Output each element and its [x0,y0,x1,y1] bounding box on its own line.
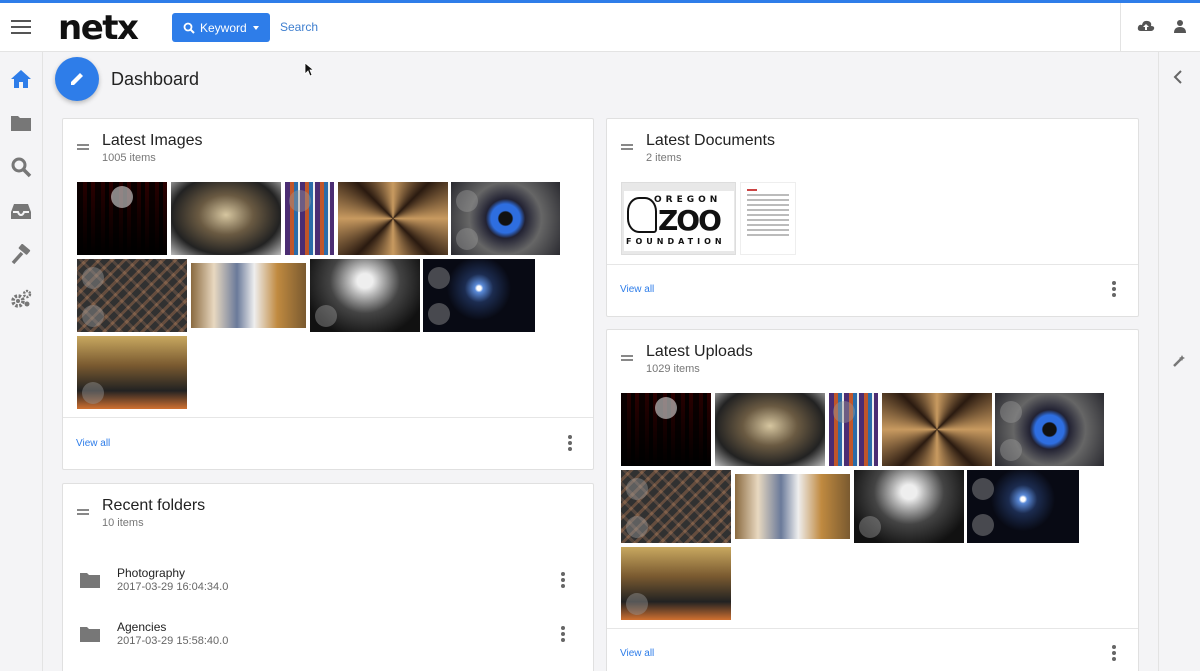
magic-wand-icon[interactable] [1172,354,1186,368]
image-thumbnail[interactable] [171,182,281,255]
inbox-icon[interactable] [10,200,32,222]
card-title: Latest Images [102,132,203,149]
card-item-count: 10 items [102,517,144,529]
card-item-count: 1029 items [646,363,700,375]
folder-name: Photography [117,566,186,580]
right-sidebar [1158,52,1200,671]
drag-handle-icon[interactable] [621,355,633,361]
elephant-logo-icon [627,197,657,233]
settings-icon[interactable] [10,288,32,310]
image-thumbnail[interactable] [423,259,535,332]
folder-row[interactable]: Agencies 2017-03-29 15:58:40.0 [63,610,593,660]
card-item-count: 2 items [646,152,682,164]
image-thumbnail[interactable] [995,393,1104,466]
image-thumbnail[interactable] [715,393,825,466]
folder-icon [80,627,100,642]
search-icon [183,22,195,34]
image-thumbnail[interactable] [882,393,992,466]
folder-date: 2017-03-29 15:58:40.0 [117,635,229,647]
chevron-left-icon[interactable] [1172,70,1184,84]
latest-uploads-card: Latest Uploads 1029 items View all [606,329,1139,671]
hamburger-menu-icon[interactable] [11,17,31,37]
image-thumbnail[interactable] [77,336,187,409]
image-thumbnail[interactable] [77,182,167,255]
more-options-icon[interactable] [565,433,575,453]
left-sidebar [0,52,43,671]
edit-dashboard-button[interactable] [55,57,99,101]
card-title: Recent folders [102,497,206,514]
logo-text: FOUNDATION [626,237,726,246]
image-thumbnail[interactable] [285,182,334,255]
search-icon[interactable] [10,156,32,178]
folder-date: 2017-03-29 16:04:34.0 [117,581,229,593]
document-thumbnail[interactable] [740,182,796,255]
drag-handle-icon[interactable] [621,144,633,150]
image-thumbnail[interactable] [854,470,964,543]
folder-name: Agencies [117,620,167,634]
more-options-icon[interactable] [558,624,568,644]
search-mode-label: Keyword [200,20,247,35]
image-thumbnail[interactable] [621,470,731,543]
drag-handle-icon[interactable] [77,509,89,515]
topbar-actions [1120,3,1200,52]
more-options-icon[interactable] [558,570,568,590]
view-all-link[interactable]: View all [620,648,654,659]
card-title: Latest Documents [646,132,775,149]
hammer-icon[interactable] [10,244,32,266]
card-item-count: 1005 items [102,152,156,164]
user-icon[interactable] [1173,19,1187,33]
image-thumbnail[interactable] [191,263,306,328]
drag-handle-icon[interactable] [77,144,89,150]
recent-folders-card: Recent folders 10 items Photography 2017… [62,483,594,671]
folder-icon [80,573,100,588]
image-thumbnail[interactable] [338,182,448,255]
folder-icon[interactable] [10,112,32,134]
latest-images-card: Latest Images 1005 items View all [62,118,594,470]
search-mode-dropdown[interactable]: Keyword [172,13,270,42]
caret-down-icon [252,25,259,30]
home-icon[interactable] [10,68,32,90]
oregon-zoo-logo: OREGON ZOO FOUNDATION [622,183,735,254]
view-all-link[interactable]: View all [76,438,110,449]
latest-documents-card: Latest Documents 2 items OREGON ZOO FOUN… [606,118,1139,317]
card-divider [607,628,1138,629]
more-options-icon[interactable] [1109,643,1119,663]
image-thumbnail[interactable] [451,182,560,255]
image-thumbnail[interactable] [621,547,731,620]
top-bar: netx Keyword [0,3,1200,52]
pencil-icon [71,73,83,85]
document-thumbnail[interactable]: OREGON ZOO FOUNDATION [621,182,736,255]
card-title: Latest Uploads [646,343,753,360]
image-thumbnail[interactable] [77,259,187,332]
page-title: Dashboard [111,69,200,89]
search-input[interactable] [276,15,576,39]
image-thumbnail[interactable] [829,393,878,466]
image-thumbnail[interactable] [310,259,420,332]
app-logo[interactable]: netx [58,8,139,48]
card-divider [63,417,593,418]
cloud-upload-icon[interactable] [1137,19,1155,33]
more-options-icon[interactable] [1109,279,1119,299]
image-thumbnail[interactable] [967,470,1079,543]
image-thumbnail[interactable] [735,474,850,539]
view-all-link[interactable]: View all [620,284,654,295]
folder-row[interactable]: Photography 2017-03-29 16:04:34.0 [63,556,593,606]
image-thumbnail[interactable] [621,393,711,466]
mouse-cursor-icon [304,62,314,77]
logo-text: ZOO [658,204,722,237]
card-divider [607,264,1138,265]
